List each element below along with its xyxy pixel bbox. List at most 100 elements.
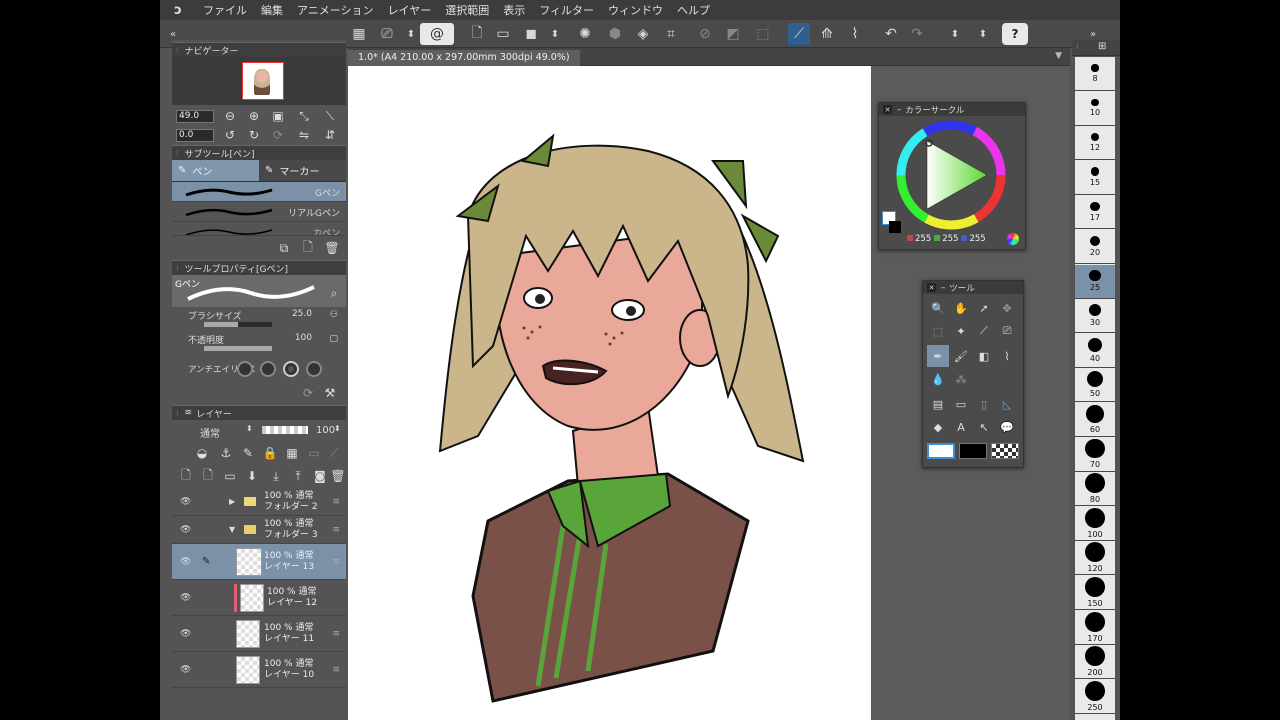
brush-size-slider[interactable]	[204, 322, 272, 327]
pen-tool-icon[interactable]: ⎚	[996, 320, 1018, 342]
eye-icon[interactable]: 👁	[180, 593, 191, 603]
menu-view[interactable]: 表示	[496, 2, 532, 18]
brush-size-option[interactable]: 10	[1075, 92, 1115, 126]
antialias-strong[interactable]	[306, 361, 322, 377]
antialias-weak[interactable]	[260, 361, 276, 377]
minimize-icon[interactable]: –	[941, 283, 945, 293]
clip-layer-icon[interactable]: ◒	[194, 445, 210, 461]
decoration-tool-icon[interactable]: ⁂	[950, 368, 972, 390]
magnify-icon[interactable]: ⌕	[326, 285, 342, 301]
close-icon[interactable]: ✕	[883, 105, 892, 114]
collapse-arrow-icon[interactable]: ▶	[229, 497, 235, 506]
layer-row-10[interactable]: 👁 100 % 通常 レイヤー 10 ≡	[172, 652, 346, 688]
layer-menu-icon[interactable]: ≡	[332, 525, 340, 535]
flip-vertical-icon[interactable]: ⇵	[322, 127, 338, 143]
menu-window[interactable]: ウィンドウ	[601, 2, 670, 18]
brush-size-option[interactable]: 8	[1075, 57, 1115, 91]
main-color-chip[interactable]	[927, 443, 955, 459]
balloon-tool-icon[interactable]: ↖	[973, 416, 995, 438]
eye-icon[interactable]: 👁	[180, 497, 191, 507]
antialias-medium[interactable]	[283, 361, 299, 377]
brush-size-option[interactable]: 250	[1075, 680, 1115, 714]
minimize-icon[interactable]: –	[897, 105, 901, 115]
layer-row-11[interactable]: 👁 100 % 通常 レイヤー 11 ≡	[172, 616, 346, 652]
updown-arrow-3-icon[interactable]: ⬍	[944, 23, 966, 45]
lock-layer-icon[interactable]: 🔒	[262, 445, 278, 461]
close-icon[interactable]: ✕	[927, 283, 936, 292]
zoom-field[interactable]: 49.0	[176, 110, 214, 123]
brush-size-option[interactable]: 80	[1075, 472, 1115, 507]
layer-menu-icon[interactable]: ≡	[332, 497, 340, 507]
navigator-thumbnail[interactable]	[242, 62, 284, 100]
color-mode-icon[interactable]	[1007, 233, 1019, 245]
menu-help[interactable]: ヘルプ	[670, 2, 717, 18]
document-tab[interactable]: 1.0* (A4 210.00 x 297.00mm 300dpi 49.0%)	[348, 50, 580, 66]
eyedropper-tool-icon[interactable]: ⟋	[973, 320, 995, 342]
mask-add-icon[interactable]: ◙	[312, 468, 328, 484]
settings-wrench-icon[interactable]: ⚒	[322, 385, 338, 401]
ruler-tool-icon[interactable]: ◺	[996, 393, 1018, 415]
layer-row-12[interactable]: 👁 100 % 通常 レイヤー 12	[172, 580, 346, 616]
opacity-value[interactable]: 100	[295, 333, 312, 343]
layer-opacity-value[interactable]: 100	[316, 425, 335, 436]
special-ruler-icon[interactable]: ⟰	[816, 23, 838, 45]
merge-down-icon[interactable]: ⤓	[268, 468, 284, 484]
grid-snap-icon[interactable]: ⌇	[844, 23, 866, 45]
layer-row-13[interactable]: 👁 ✎ 100 % 通常 レイヤー 13 ≡	[172, 544, 346, 580]
brush-size-option[interactable]: 120	[1075, 541, 1115, 576]
layer-opacity-bar[interactable]	[262, 426, 308, 434]
trash-icon[interactable]: 🗑	[324, 240, 340, 256]
redo-icon[interactable]: ↷	[906, 23, 928, 45]
eraser-icon[interactable]: ◈	[632, 23, 654, 45]
open-folder-icon[interactable]: ▭	[492, 23, 514, 45]
brush-size-option[interactable]: 17	[1075, 195, 1115, 230]
menu-filter[interactable]: フィルター	[532, 2, 601, 18]
flip-horizontal-icon[interactable]: ⇋	[296, 127, 312, 143]
brush-item-real-g-pen[interactable]: リアルGペン	[172, 202, 346, 222]
menu-edit[interactable]: 編集	[254, 2, 290, 18]
hand-tool-icon[interactable]: ✋	[950, 297, 972, 319]
grid-view-icon[interactable]: ▦	[348, 23, 370, 45]
move-down-icon[interactable]: ⬇	[244, 468, 260, 484]
frame-tool-icon[interactable]: ▯	[973, 393, 995, 415]
opacity-arrow-icon[interactable]: ⬍	[334, 424, 341, 433]
diagonal-icon[interactable]: ⟍	[322, 108, 338, 124]
mask-icon[interactable]: ▭	[306, 445, 322, 461]
expand-arrow-icon[interactable]: ▼	[229, 525, 235, 534]
canvas-area[interactable]: ✕ – カラーサークル 255 255 255 ✕ – ツール 🔍 ✋ ➚ ✥ …	[348, 66, 1070, 720]
new-raster-layer-icon[interactable]: 🗋	[178, 468, 194, 484]
transparent-color-chip[interactable]	[991, 443, 1019, 459]
brush-size-option[interactable]: 200	[1075, 645, 1115, 680]
transform-icon[interactable]: ⌗	[660, 23, 682, 45]
brush-size-option[interactable]: 170	[1075, 611, 1115, 645]
gradient-tool-icon[interactable]: ▤	[927, 393, 949, 415]
tab-pen[interactable]: ✎ ペン	[172, 160, 259, 181]
loading-icon[interactable]: ✺	[574, 23, 596, 45]
brush-size-option[interactable]: 150	[1075, 576, 1115, 610]
select-all-icon[interactable]: ⬚	[752, 23, 774, 45]
eye-icon[interactable]: 👁	[180, 665, 191, 675]
app-logo-icon[interactable]: ↄ	[160, 0, 196, 20]
clear-icon[interactable]: ⊘	[694, 23, 716, 45]
rotate-left-icon[interactable]: ↺	[222, 127, 238, 143]
eye-icon[interactable]: 👁	[180, 629, 191, 639]
brush-size-option[interactable]: 100	[1075, 507, 1115, 541]
blend-tool-icon[interactable]: ⌇	[996, 345, 1018, 367]
cube-icon[interactable]: ⬢	[604, 23, 626, 45]
move-layer-tool-icon[interactable]: ✥	[996, 297, 1018, 319]
blend-mode-select[interactable]: 通常	[200, 425, 220, 440]
fit-icon[interactable]: ▣	[270, 108, 286, 124]
checkbox-icon[interactable]: ▢	[329, 334, 338, 344]
selection-tool-icon[interactable]: ⬚	[927, 320, 949, 342]
copy-subtool-icon[interactable]: ⧉	[276, 240, 292, 256]
layer-row-folder-3[interactable]: 👁 ▼ 100 % 通常 フォルダー 3 ≡	[172, 516, 346, 544]
sub-color-swatch[interactable]	[889, 221, 901, 233]
layer-menu-icon[interactable]: ≡	[332, 557, 340, 567]
menu-layer[interactable]: レイヤー	[381, 2, 439, 18]
brush-size-option[interactable]: 60	[1075, 403, 1115, 437]
ruler-snap-icon[interactable]: ⟋	[788, 23, 810, 45]
spiral-app-icon[interactable]: @	[420, 23, 454, 45]
zoom-out-icon[interactable]: ⊖	[222, 108, 238, 124]
fit-window-icon[interactable]: ⤡	[296, 108, 312, 124]
updown-arrow-icon[interactable]: ⬍	[400, 23, 422, 45]
